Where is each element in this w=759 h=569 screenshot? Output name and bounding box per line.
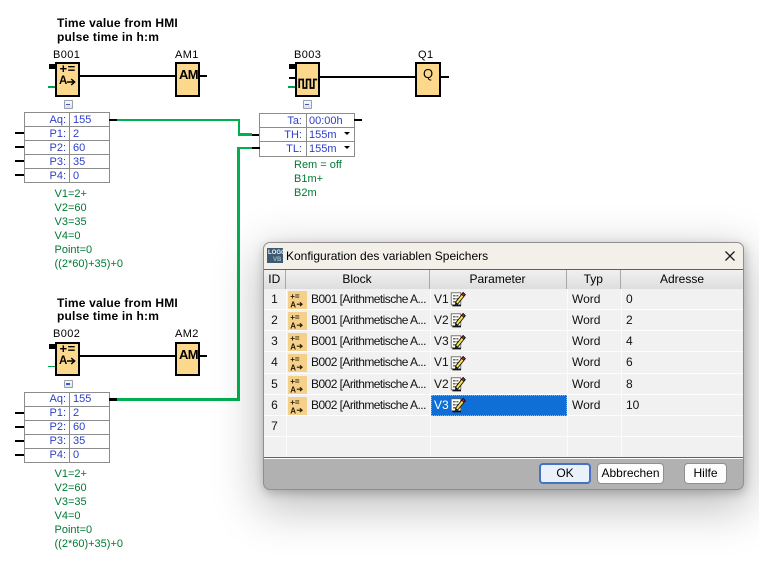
svg-text:LOGO: LOGO — [268, 250, 283, 256]
svg-text:VB: VB — [273, 257, 282, 263]
